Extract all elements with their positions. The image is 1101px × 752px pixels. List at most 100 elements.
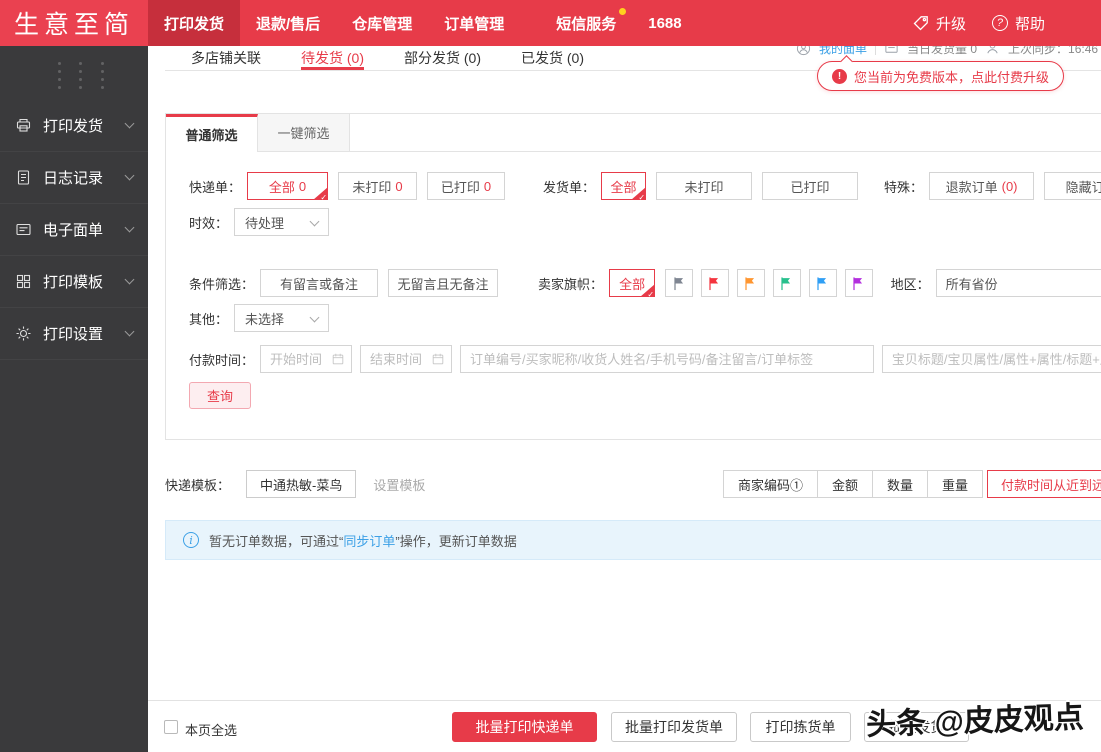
filter-panel: 普通筛选 一键筛选 快递单： 全部0 未打印0 已打印0 发货单： 全部 未打印…: [165, 113, 1101, 440]
flag-orange-button[interactable]: [736, 269, 765, 297]
aging-select[interactable]: 待处理: [234, 208, 330, 236]
ship-all-button[interactable]: 全部: [601, 172, 647, 202]
tab-quick-filter[interactable]: 一键筛选: [258, 114, 350, 152]
help-button[interactable]: ? 帮助: [991, 13, 1045, 34]
express-all-button[interactable]: 全部0: [247, 172, 329, 202]
set-template-link[interactable]: 设置模板: [373, 475, 425, 494]
chevron-down-icon: [124, 118, 135, 129]
tab-multi-shop[interactable]: 多店铺关联: [191, 46, 261, 70]
drag-dots-icon: [58, 59, 122, 91]
condition-label: 条件筛选：: [189, 276, 255, 292]
express-template-button[interactable]: 中通热敏-菜鸟: [246, 470, 357, 498]
chevron-down-icon: [124, 326, 135, 337]
flag-green-button[interactable]: [772, 269, 801, 297]
filter-tabs-spacer: [350, 114, 1101, 152]
flag-icon: [745, 276, 755, 290]
nav-refund-aftersale[interactable]: 退款/售后: [240, 0, 336, 46]
sort-amount-button[interactable]: 金额: [816, 470, 873, 498]
flag-icon: [817, 276, 827, 290]
tag-icon: [913, 16, 928, 31]
tab-pending-ship[interactable]: 待发货 (0): [301, 46, 364, 70]
chevron-down-icon: [124, 274, 135, 285]
region-label: 地区：: [890, 276, 930, 292]
batch-print-ship-button[interactable]: 批量打印发货单: [611, 712, 737, 742]
watermark: 头条 @皮皮观点: [865, 701, 1085, 742]
flag-gray-button[interactable]: [665, 269, 694, 297]
print-picking-button[interactable]: 打印拣货单: [750, 712, 851, 742]
select-all-checkbox[interactable]: [164, 720, 178, 734]
tab-normal-filter[interactable]: 普通筛选: [166, 114, 258, 152]
query-button[interactable]: 查询: [189, 382, 251, 409]
sidebar-item-print-settings[interactable]: 打印设置: [0, 308, 148, 360]
other-select[interactable]: 未选择: [234, 304, 330, 332]
tab-shipped[interactable]: 已发货 (0): [521, 46, 584, 70]
chevron-down-icon: [124, 170, 135, 181]
flag-icon: [709, 276, 719, 290]
waybill-icon: [15, 221, 32, 238]
express-unprinted-button[interactable]: 未打印 0: [338, 172, 418, 200]
sort-merchant-code-button[interactable]: 商家编码①: [722, 470, 818, 498]
flag-icon: [853, 276, 863, 290]
help-label: 帮助: [1014, 15, 1045, 33]
order-search-input[interactable]: [460, 345, 874, 373]
brand-logo[interactable]: 生意至简: [0, 0, 148, 46]
sidebar-item-label: 日志记录: [43, 170, 104, 187]
hidden-orders-button[interactable]: 隐藏订单(0): [1044, 172, 1101, 200]
chevron-down-icon: [124, 222, 135, 233]
info-icon: i: [183, 532, 199, 548]
region-input[interactable]: [935, 269, 1101, 297]
filter-row-conditions: 条件筛选： 有留言或备注 无留言且无备注 卖家旗帜： 全部 地区：: [189, 269, 1101, 299]
nav-label: 1688: [648, 14, 682, 32]
nav-label: 退款/售后: [256, 15, 321, 33]
flag-icon: [781, 276, 791, 290]
alert-icon: !: [832, 68, 847, 84]
no-message-button[interactable]: 无留言且无备注: [388, 269, 499, 297]
app-window: 生意至简 打印发货 退款/售后 仓库管理 订单管理 短信服务 1688 升级 ?…: [0, 0, 1101, 752]
flag-all-button[interactable]: 全部: [609, 269, 656, 299]
infobar-text-post: ”操作，更新订单数据: [395, 533, 517, 549]
express-printed-button[interactable]: 已打印 0: [427, 172, 506, 200]
ship-sheet-label: 发货单：: [543, 179, 596, 195]
express-sheet-label: 快递单：: [189, 179, 242, 195]
header-actions: 升级 ? 帮助: [913, 0, 1101, 46]
notification-dot-icon: [619, 8, 627, 15]
flag-icon: [673, 276, 683, 290]
nav-sms-service[interactable]: 短信服务: [540, 0, 632, 46]
start-date-wrap: [260, 345, 353, 373]
end-date-input[interactable]: [360, 345, 453, 373]
sort-quantity-button[interactable]: 数量: [871, 470, 928, 498]
flag-red-button[interactable]: [701, 269, 729, 297]
start-date-input[interactable]: [260, 345, 353, 373]
sidebar-item-print-ship[interactable]: 打印发货: [0, 100, 148, 152]
batch-print-express-button[interactable]: 批量打印快递单: [452, 712, 597, 742]
sort-button-group: 商家编码① 金额 数量 重量: [722, 470, 983, 498]
ship-unprinted-button[interactable]: 未打印: [656, 172, 753, 200]
filter-row-other: 其他： 未选择: [189, 304, 1101, 332]
help-icon: ?: [991, 15, 1008, 31]
top-nav-bar: 生意至简 打印发货 退款/售后 仓库管理 订单管理 短信服务 1688 升级 ?…: [0, 0, 1101, 46]
sync-orders-link[interactable]: 同步订单: [343, 534, 395, 549]
tab-partial-ship[interactable]: 部分发货 (0): [404, 46, 481, 70]
flag-purple-button[interactable]: [844, 269, 873, 297]
nav-label: 订单管理: [444, 15, 505, 33]
sidebar-item-ewaybill[interactable]: 电子面单: [0, 204, 148, 256]
nav-1688[interactable]: 1688: [632, 0, 697, 46]
nav-order-manage[interactable]: 订单管理: [428, 0, 520, 46]
nav-print-ship[interactable]: 打印发货: [148, 0, 241, 46]
flag-blue-button[interactable]: [808, 269, 837, 297]
sort-weight-button[interactable]: 重量: [926, 470, 983, 498]
nav-warehouse[interactable]: 仓库管理: [336, 0, 428, 46]
upgrade-button[interactable]: 升级: [913, 13, 966, 34]
upgrade-notice[interactable]: ! 您当前为免费版本，点此付费升级: [817, 61, 1065, 91]
express-template-toolbar: 快递模板： 中通热敏-菜鸟 设置模板 商家编码① 金额 数量 重量 付款时间从近…: [165, 470, 1101, 498]
gear-icon: [15, 325, 32, 342]
sidebar-item-print-template[interactable]: 打印模板: [0, 256, 148, 308]
upgrade-notice-text: 您当前为免费版本，点此付费升级: [854, 69, 1050, 85]
ship-printed-button[interactable]: 已打印: [762, 172, 859, 200]
refund-orders-button[interactable]: 退款订单 (0): [929, 172, 1035, 200]
filter-tabs: 普通筛选 一键筛选: [166, 114, 1101, 152]
sidebar-item-log[interactable]: 日志记录: [0, 152, 148, 204]
has-message-button[interactable]: 有留言或备注: [260, 269, 379, 297]
sort-payment-time-button[interactable]: 付款时间从近到远: [987, 470, 1101, 498]
item-search-input[interactable]: [881, 345, 1101, 373]
